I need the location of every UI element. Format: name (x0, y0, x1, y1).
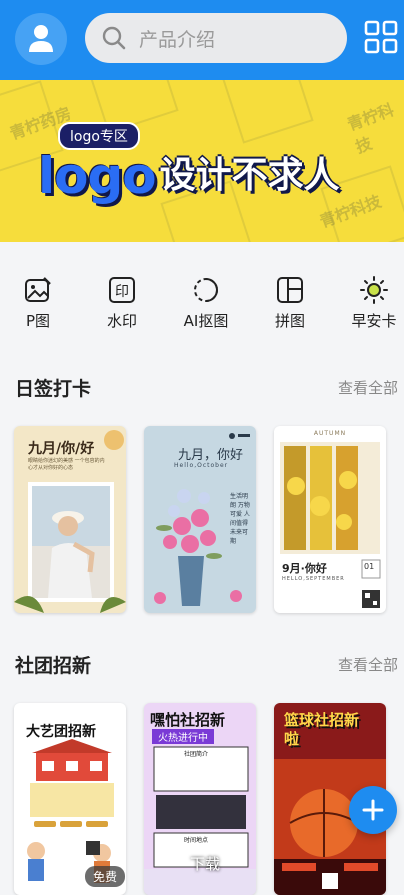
template-card[interactable]: 九月/你/好 眼睛给你迷幻的美感 一个包容的内心才从对你好的心态 (14, 426, 126, 613)
download-label: 下载 (190, 855, 221, 873)
promo-banner[interactable]: 青柠药房 青柠科技 青柠科技 logo专区 logo 设计不求人 (0, 80, 404, 242)
card-box-title: 社团简介 (184, 751, 209, 758)
view-all-club[interactable]: 查看全部 (338, 654, 398, 675)
search-placeholder: 产品介绍 (139, 28, 216, 51)
tool-label: AI抠图 (183, 312, 229, 330)
plus-icon (362, 799, 384, 821)
card-illustration (280, 442, 381, 608)
tool-photo-edit[interactable]: P图 (3, 262, 73, 331)
banner-title-cn: 设计不求人 (159, 155, 340, 196)
photo-edit-icon (25, 277, 51, 302)
card-illustration (154, 433, 250, 606)
grid-icon (364, 20, 398, 54)
tool-label: 拼图 (274, 312, 305, 330)
banner-pattern (220, 80, 314, 144)
add-button[interactable] (349, 786, 397, 834)
svg-text:印: 印 (115, 284, 129, 300)
search-input[interactable]: 产品介绍 (85, 13, 347, 63)
top-bar: 产品介绍 (0, 0, 404, 80)
watermark-icon: 印 (109, 277, 135, 303)
category-grid-button[interactable] (364, 20, 398, 54)
sun-icon (360, 276, 388, 304)
tool-collage[interactable]: 拼图 (255, 262, 325, 331)
search-icon (102, 26, 126, 50)
tool-label: 水印 (106, 312, 137, 330)
template-card[interactable]: 嘿怕社招新 火热进行中 社团简介 时间地点 下载 (144, 703, 256, 895)
card-date: 01 (364, 562, 375, 571)
banner-title: logo 设计不求人 (38, 146, 340, 205)
banner-watermark: 青柠科技 (344, 100, 397, 157)
template-card[interactable]: 九月，你好 Hello,October 生活明朗 万物可爱 人间值得 未来可期 (144, 426, 256, 613)
card-title: 9月·你好 (282, 562, 327, 575)
tool-ai-cutout[interactable]: AI抠图 (171, 262, 241, 331)
user-icon (29, 25, 53, 52)
banner-title-logo: logo (38, 147, 157, 205)
view-all-daily[interactable]: 查看全部 (338, 377, 398, 398)
ai-cutout-icon (194, 278, 218, 302)
section-title-daily: 日签打卡 (15, 378, 92, 400)
tool-row: P图 印 水印 AI抠图 拼图 早安卡 (0, 262, 404, 342)
collage-icon (277, 277, 303, 303)
tool-label: P图 (25, 312, 51, 330)
tool-morning-card[interactable]: 早安卡 (339, 262, 404, 331)
card-subtitle: HELLO,SEPTEMBER (282, 576, 345, 582)
free-badge: 免费 (85, 866, 126, 887)
card-box-title: 时间地点 (184, 837, 209, 844)
section-title-club: 社团招新 (15, 655, 92, 677)
tool-label: 早安卡 (351, 312, 397, 330)
template-card[interactable]: AUTUMN 9月·你好 HELLO,SEPTEMBER 01 (274, 426, 386, 613)
card-illustration (14, 430, 126, 613)
tool-watermark[interactable]: 印 水印 (87, 262, 157, 331)
avatar[interactable] (15, 13, 67, 65)
